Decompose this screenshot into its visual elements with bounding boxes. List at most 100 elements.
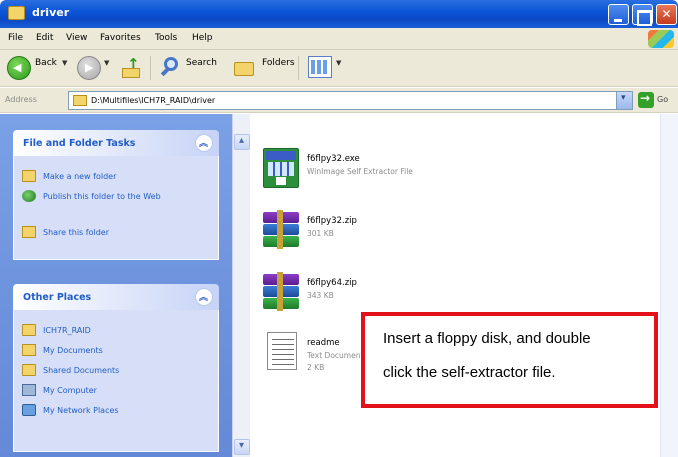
place-label[interactable]: My Network Places [43,405,119,416]
back-dropdown-icon[interactable]: ▼ [62,59,67,67]
exe-icon-disk [276,177,286,185]
folder-icon [8,6,25,20]
close-icon: ✕ [661,7,672,21]
collapse-icon[interactable] [195,134,213,152]
views-icon[interactable] [308,56,332,78]
file-size: 2 KB [307,363,325,372]
place-label[interactable]: My Computer [43,385,97,396]
go-button-label[interactable]: Go [657,95,668,104]
panel-title: File and Folder Tasks [23,138,136,149]
file-name[interactable]: readme [307,338,340,348]
task-label[interactable]: Publish this folder to the Web [43,191,168,202]
file-folder-tasks-panel: File and Folder Tasks Make a new folder … [13,130,219,266]
menu-file[interactable]: File [8,33,23,43]
minimize-button[interactable] [608,4,629,25]
scroll-down-icon[interactable] [234,439,250,455]
file-item[interactable]: f6flpy64.zip 343 KB [263,272,523,316]
zip-belt [277,210,283,249]
forward-dropdown-icon[interactable]: ▼ [104,59,109,67]
task-share-folder[interactable]: Share this folder [22,226,202,240]
close-button[interactable]: ✕ [656,4,677,25]
share-folder-icon [22,226,36,238]
file-item[interactable]: f6flpy32.exe WinImage Self Extractor Fil… [263,148,523,192]
toolbar-separator [298,56,299,80]
back-button-label[interactable]: Back [35,58,57,68]
windows-logo-icon [648,30,674,48]
place-my-computer[interactable]: My Computer [22,384,202,398]
folders-button-label[interactable]: Folders [262,58,295,68]
collapse-icon[interactable] [195,288,213,306]
address-dropdown-icon[interactable] [616,92,632,109]
text-lines [272,339,294,365]
network-icon [22,404,36,416]
file-description: WinImage Self Extractor File [307,167,413,176]
panel-header[interactable]: Other Places [13,284,219,310]
folder-icon [22,324,36,336]
panel-body: Make a new folder Publish this folder to… [13,156,219,260]
callout-line-2: click the self-extractor file. [383,364,556,381]
shared-folder-icon [22,364,36,376]
exe-icon [263,148,299,188]
window-title: driver [32,6,70,19]
forward-icon[interactable] [77,56,101,80]
file-size: 301 KB [307,229,334,238]
text-file-icon [267,332,297,370]
task-make-new-folder[interactable]: Make a new folder [22,170,202,184]
folders-icon[interactable] [232,56,256,78]
panel-title: Other Places [23,292,92,303]
toolbar-separator [150,56,151,80]
task-label[interactable]: Make a new folder [43,171,116,182]
menu-help[interactable]: Help [192,33,213,43]
scroll-up-icon[interactable] [234,134,250,150]
place-label[interactable]: Shared Documents [43,365,119,376]
task-pane: File and Folder Tasks Make a new folder … [0,114,232,457]
place-shared-documents[interactable]: Shared Documents [22,364,202,378]
search-button-label[interactable]: Search [186,58,217,68]
place-ich7r-raid[interactable]: ICH7R_RAID [22,324,202,338]
address-bar: Address D:\Multifiles\ICH7R_RAID\driver … [0,88,678,113]
toolbar: Back ▼ ▼ ↑ Search Folders ▼ [0,50,678,87]
address-label: Address [5,95,37,104]
file-type: Text Document [307,351,364,360]
panel-header[interactable]: File and Folder Tasks [13,130,219,156]
views-dropdown-icon[interactable]: ▼ [336,59,341,67]
place-label[interactable]: ICH7R_RAID [43,325,91,336]
menu-view[interactable]: View [66,33,87,43]
maximize-button[interactable] [632,4,653,26]
file-name[interactable]: f6flpy64.zip [307,278,357,288]
menu-bar: File Edit View Favorites Tools Help [0,28,678,50]
instruction-callout: Insert a floppy disk, and double click t… [361,312,658,408]
file-list-scrollbar[interactable] [660,114,678,457]
place-label[interactable]: My Documents [43,345,103,356]
search-handle [160,67,170,77]
folder-icon [22,170,36,182]
task-label[interactable]: Share this folder [43,227,109,238]
title-bar[interactable]: driver ✕ [0,0,678,28]
file-item[interactable]: f6flpy32.zip 301 KB [263,210,523,254]
file-name[interactable]: f6flpy32.zip [307,216,357,226]
callout-line-1: Insert a floppy disk, and double [383,330,591,347]
task-publish-folder[interactable]: Publish this folder to the Web [22,190,172,218]
panel-body: ICH7R_RAID My Documents Shared Documents… [13,310,219,452]
menu-tools[interactable]: Tools [155,33,177,43]
exe-icon-screen [268,162,294,176]
menu-favorites[interactable]: Favorites [100,33,141,43]
folder-icon [73,95,87,106]
go-icon[interactable] [638,91,654,108]
folder-icon [122,68,140,78]
task-pane-scrollbar[interactable] [232,114,250,457]
folder-icon [234,62,254,76]
computer-icon [22,384,36,396]
exe-icon-bar [266,151,296,160]
file-name[interactable]: f6flpy32.exe [307,154,360,164]
search-icon[interactable] [160,56,182,78]
address-input[interactable]: D:\Multifiles\ICH7R_RAID\driver [68,91,633,110]
zip-icon [263,272,299,312]
place-my-network-places[interactable]: My Network Places [22,404,202,418]
back-icon[interactable] [7,56,31,80]
address-path[interactable]: D:\Multifiles\ICH7R_RAID\driver [91,96,215,105]
menu-edit[interactable]: Edit [36,33,53,43]
documents-icon [22,344,36,356]
place-my-documents[interactable]: My Documents [22,344,202,358]
up-folder-icon[interactable]: ↑ [120,55,142,78]
